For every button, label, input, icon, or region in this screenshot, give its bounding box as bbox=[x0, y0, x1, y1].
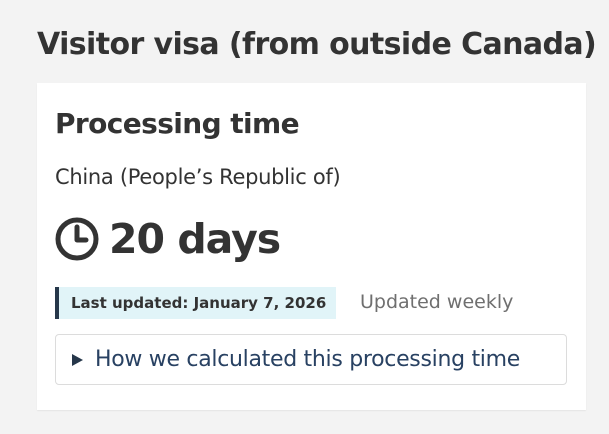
page-title: Visitor visa (from outside Canada) bbox=[37, 27, 597, 62]
calculation-details-label: How we calculated this processing time bbox=[95, 346, 520, 372]
clock-icon bbox=[55, 217, 99, 261]
last-updated-badge: Last updated: January 7, 2026 bbox=[55, 287, 337, 319]
update-frequency: Updated weekly bbox=[360, 291, 514, 313]
calculation-details-toggle[interactable]: How we calculated this processing time bbox=[55, 334, 567, 385]
processing-time-row: 20 days bbox=[55, 211, 281, 267]
processing-time-value: 20 days bbox=[109, 215, 281, 263]
processing-time-card: Processing time China (People’s Republic… bbox=[37, 83, 586, 410]
triangle-right-icon bbox=[72, 353, 83, 366]
country-name: China (People’s Republic of) bbox=[55, 165, 341, 189]
card-heading: Processing time bbox=[55, 107, 300, 140]
